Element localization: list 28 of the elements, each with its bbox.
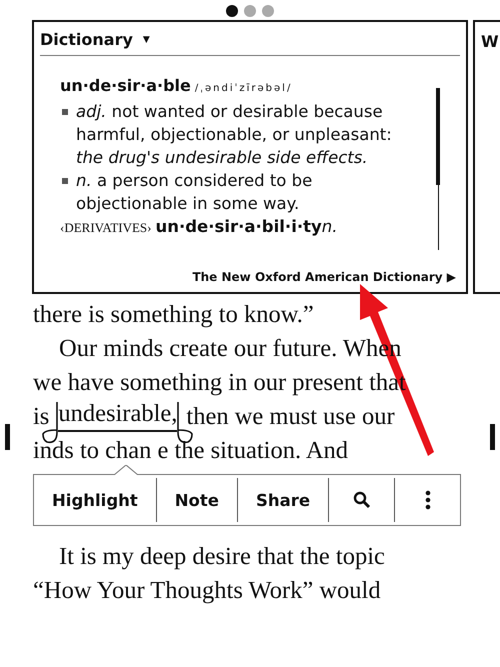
page-indicator-dot[interactable] [226, 5, 238, 17]
card-title: W [481, 32, 499, 51]
derivative-word: un·de·sir·a·bil·i·tyn. [155, 217, 338, 236]
dictionary-source-link[interactable]: The New Oxford American Dictionary ▶ [192, 270, 456, 284]
more-icon [424, 490, 431, 510]
caret-icon[interactable]: ▼ [142, 34, 150, 44]
search-icon [352, 491, 371, 509]
page-indicator-dot[interactable] [244, 5, 256, 17]
margin-marker [5, 424, 10, 450]
scrollbar[interactable] [436, 88, 440, 250]
margin-marker [490, 424, 495, 450]
book-text-line: inds to chan e the situation. And [33, 437, 348, 464]
book-text: then we must use our [186, 402, 395, 432]
book-text: is [33, 402, 50, 432]
pronunciation: /ˌəndiˈzīrəbəl/ [194, 83, 292, 94]
selected-word[interactable]: undesirable, [58, 400, 178, 432]
dictionary-title[interactable]: Dictionary [40, 30, 133, 49]
definition: adj. not wanted or desirable because harmful, objectionable, or unpleasant: the drug's undesirable side effects. [76, 101, 393, 169]
book-text-line: there is something to know.” [33, 301, 314, 328]
page-indicator-dot[interactable] [262, 5, 274, 17]
headword: un·de·sir·a·ble [60, 76, 191, 95]
bullet-icon [62, 178, 68, 184]
next-card[interactable]: W [473, 20, 500, 294]
definition: n. a person considered to be objectionable in some way. [76, 170, 314, 215]
book-text-line: “How Your Thoughts Work” would [33, 577, 381, 604]
derivatives-label: ‹DERIVATIVES› [60, 220, 152, 235]
bullet-icon [62, 109, 68, 115]
book-text-line: It is my deep desire that the topic [59, 543, 385, 570]
